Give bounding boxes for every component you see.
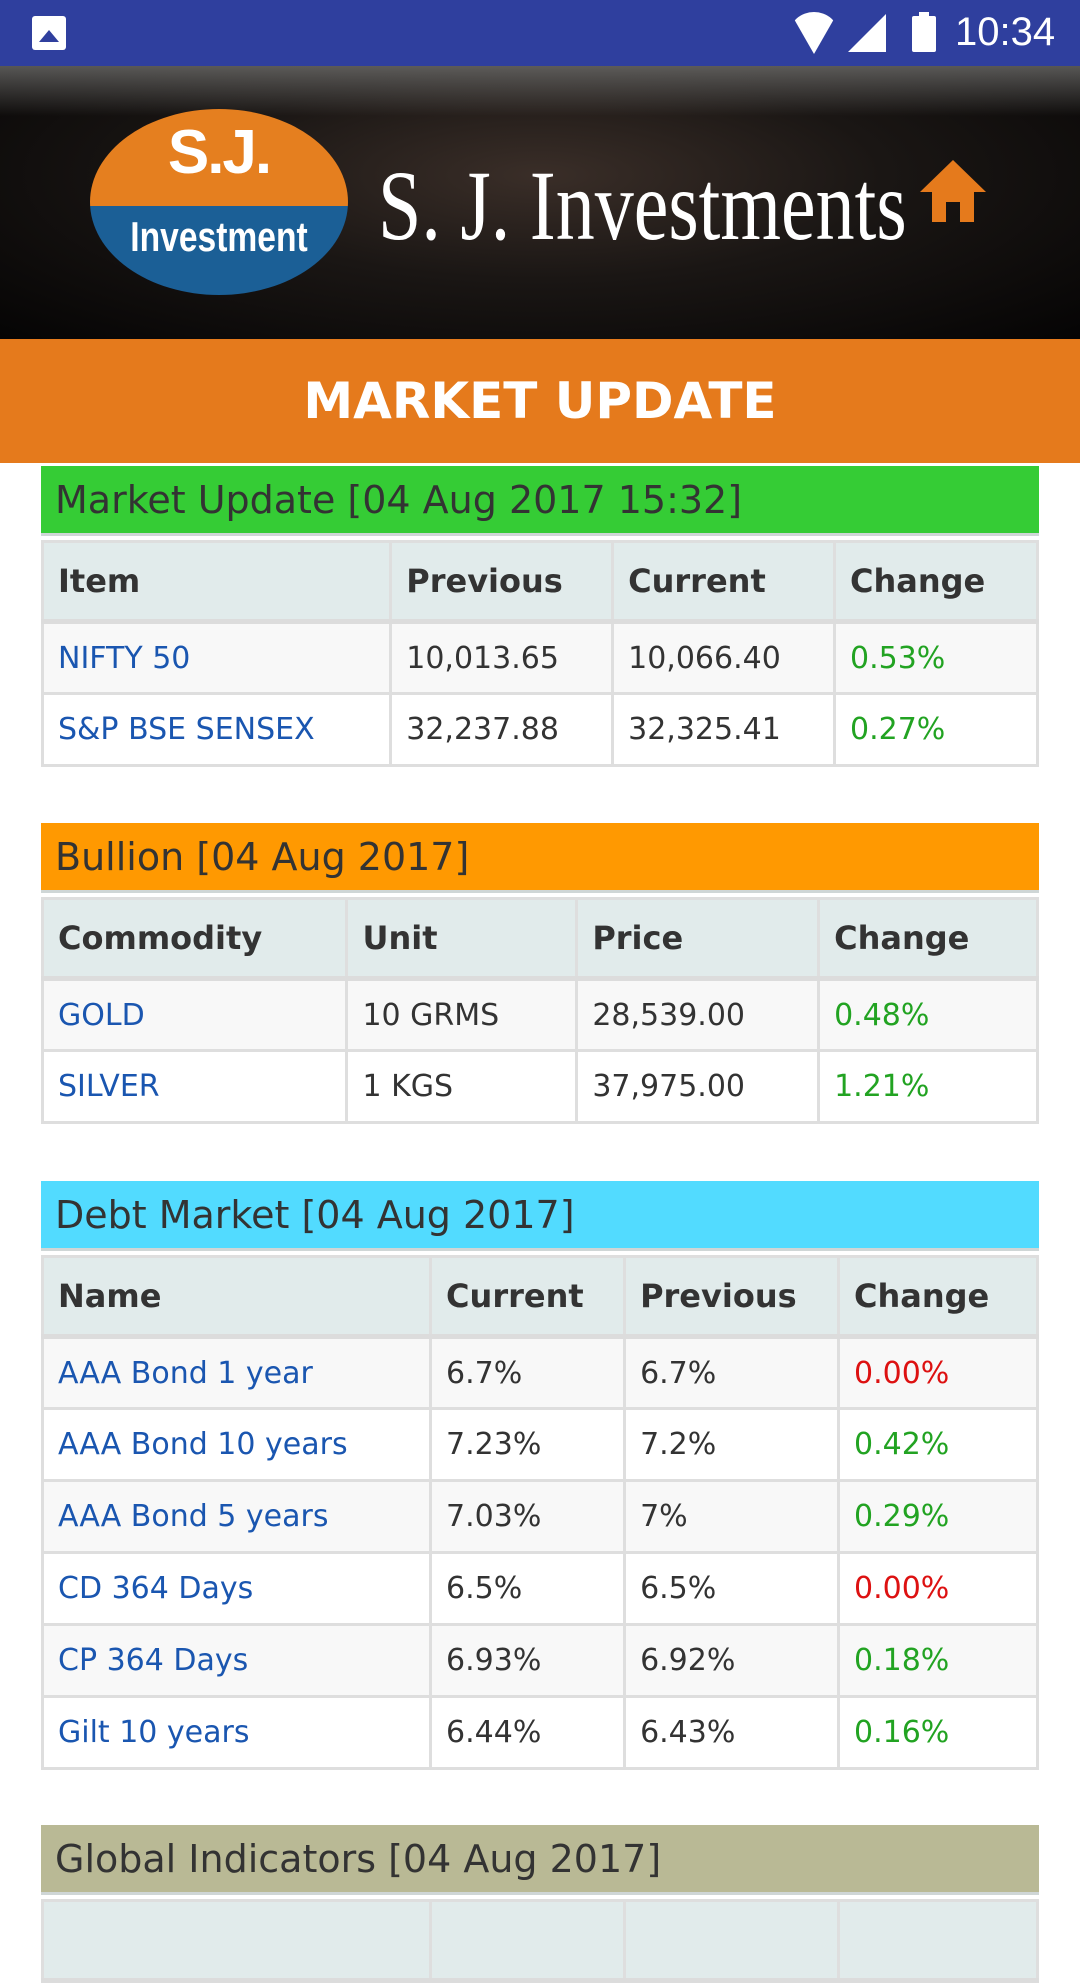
column-header: [623, 1899, 840, 1983]
bond-link[interactable]: CD 364 Days: [40, 1551, 433, 1626]
table-row: S&P BSE SENSEX 32,237.88 32,325.41 0.27%: [40, 692, 1039, 767]
company-logo[interactable]: S.J. Investment: [90, 109, 348, 295]
column-header: [40, 1899, 433, 1983]
current-value: 7.23%: [429, 1407, 627, 1482]
market-update-section: Market Update [04 Aug 2017 15:32] Item P…: [40, 466, 1039, 767]
change-value: 0.18%: [836, 1623, 1040, 1698]
bullion-table: Commodity Unit Price Change GOLD 10 GRMS…: [40, 897, 1039, 1124]
previous-value: 32,237.88: [389, 692, 615, 767]
bond-link[interactable]: AAA Bond 1 year: [40, 1335, 433, 1410]
logo-initials: S.J.: [167, 118, 272, 187]
column-header: [429, 1899, 627, 1983]
column-header: Previous: [623, 1255, 840, 1339]
page-title: MARKET UPDATE: [0, 339, 1080, 463]
previous-value: 7%: [623, 1479, 840, 1554]
column-header: [836, 1899, 1040, 1983]
column-header: Previous: [389, 540, 615, 624]
global-indicators-header: Global Indicators [04 Aug 2017]: [41, 1825, 1039, 1895]
battery-icon: [912, 12, 936, 52]
current-value: 32,325.41: [611, 692, 836, 767]
change-value: 0.42%: [836, 1407, 1040, 1482]
column-header: Item: [40, 540, 393, 624]
debt-market-header: Debt Market [04 Aug 2017]: [41, 1181, 1039, 1251]
previous-value: 10,013.65: [389, 620, 615, 695]
current-value: 10,066.40: [611, 620, 836, 695]
previous-value: 6.5%: [623, 1551, 840, 1626]
item-link[interactable]: NIFTY 50: [40, 620, 393, 695]
header-banner: S.J. Investment S. J. Investments: [0, 66, 1080, 339]
bullion-header: Bullion [04 Aug 2017]: [41, 823, 1039, 893]
signal-icon: [848, 14, 886, 52]
column-header: Change: [817, 897, 1039, 981]
debt-market-table: Name Current Previous Change AAA Bond 1 …: [40, 1255, 1040, 1770]
table-row: AAA Bond 1 year 6.7% 6.7% 0.00%: [40, 1335, 1040, 1410]
previous-value: 6.92%: [623, 1623, 840, 1698]
home-icon[interactable]: [918, 158, 988, 224]
previous-value: 7.2%: [623, 1407, 840, 1482]
table-row: CP 364 Days 6.93% 6.92% 0.18%: [40, 1623, 1040, 1698]
commodity-link[interactable]: GOLD: [40, 977, 349, 1052]
table-row: SILVER 1 KGS 37,975.00 1.21%: [40, 1049, 1039, 1124]
image-icon: [32, 16, 66, 50]
current-value: 6.93%: [429, 1623, 627, 1698]
column-header: Current: [611, 540, 836, 624]
column-header: Current: [429, 1255, 627, 1339]
status-bar: 10:34: [0, 0, 1080, 66]
table-row: CD 364 Days 6.5% 6.5% 0.00%: [40, 1551, 1040, 1626]
status-time: 10:34: [955, 10, 1056, 54]
column-header: Commodity: [40, 897, 349, 981]
current-value: 6.44%: [429, 1695, 627, 1770]
global-indicators-table: [40, 1899, 1040, 1983]
price-value: 37,975.00: [575, 1049, 821, 1124]
table-row: NIFTY 50 10,013.65 10,066.40 0.53%: [40, 620, 1039, 695]
change-value: 0.53%: [833, 620, 1039, 695]
change-value: 1.21%: [817, 1049, 1039, 1124]
table-row: GOLD 10 GRMS 28,539.00 0.48%: [40, 977, 1039, 1052]
bond-link[interactable]: AAA Bond 10 years: [40, 1407, 433, 1482]
table-row: Gilt 10 years 6.44% 6.43% 0.16%: [40, 1695, 1040, 1770]
current-value: 7.03%: [429, 1479, 627, 1554]
column-header: Price: [575, 897, 821, 981]
change-value: 0.00%: [836, 1335, 1040, 1410]
unit-value: 1 KGS: [345, 1049, 579, 1124]
unit-value: 10 GRMS: [345, 977, 579, 1052]
column-header: Change: [833, 540, 1039, 624]
change-value: 0.00%: [836, 1551, 1040, 1626]
market-update-header: Market Update [04 Aug 2017 15:32]: [41, 466, 1039, 536]
current-value: 6.5%: [429, 1551, 627, 1626]
commodity-link[interactable]: SILVER: [40, 1049, 349, 1124]
column-header: Name: [40, 1255, 433, 1339]
change-value: 0.27%: [833, 692, 1039, 767]
bond-link[interactable]: Gilt 10 years: [40, 1695, 433, 1770]
column-header: Unit: [345, 897, 579, 981]
bullion-section: Bullion [04 Aug 2017] Commodity Unit Pri…: [40, 823, 1039, 1124]
table-row: AAA Bond 10 years 7.23% 7.2% 0.42%: [40, 1407, 1040, 1482]
item-link[interactable]: S&P BSE SENSEX: [40, 692, 393, 767]
wifi-icon: [790, 12, 838, 54]
previous-value: 6.43%: [623, 1695, 840, 1770]
price-value: 28,539.00: [575, 977, 821, 1052]
change-value: 0.29%: [836, 1479, 1040, 1554]
current-value: 6.7%: [429, 1335, 627, 1410]
column-header: Change: [836, 1255, 1040, 1339]
brand-name: S. J. Investments: [378, 150, 907, 261]
bond-link[interactable]: AAA Bond 5 years: [40, 1479, 433, 1554]
market-update-table: Item Previous Current Change NIFTY 50 10…: [40, 540, 1039, 767]
global-indicators-section: Global Indicators [04 Aug 2017]: [40, 1825, 1040, 1983]
change-value: 0.16%: [836, 1695, 1040, 1770]
previous-value: 6.7%: [623, 1335, 840, 1410]
change-value: 0.48%: [817, 977, 1039, 1052]
bond-link[interactable]: CP 364 Days: [40, 1623, 433, 1698]
table-row: AAA Bond 5 years 7.03% 7% 0.29%: [40, 1479, 1040, 1554]
logo-text: Investment: [130, 213, 308, 260]
debt-market-section: Debt Market [04 Aug 2017] Name Current P…: [40, 1181, 1040, 1770]
